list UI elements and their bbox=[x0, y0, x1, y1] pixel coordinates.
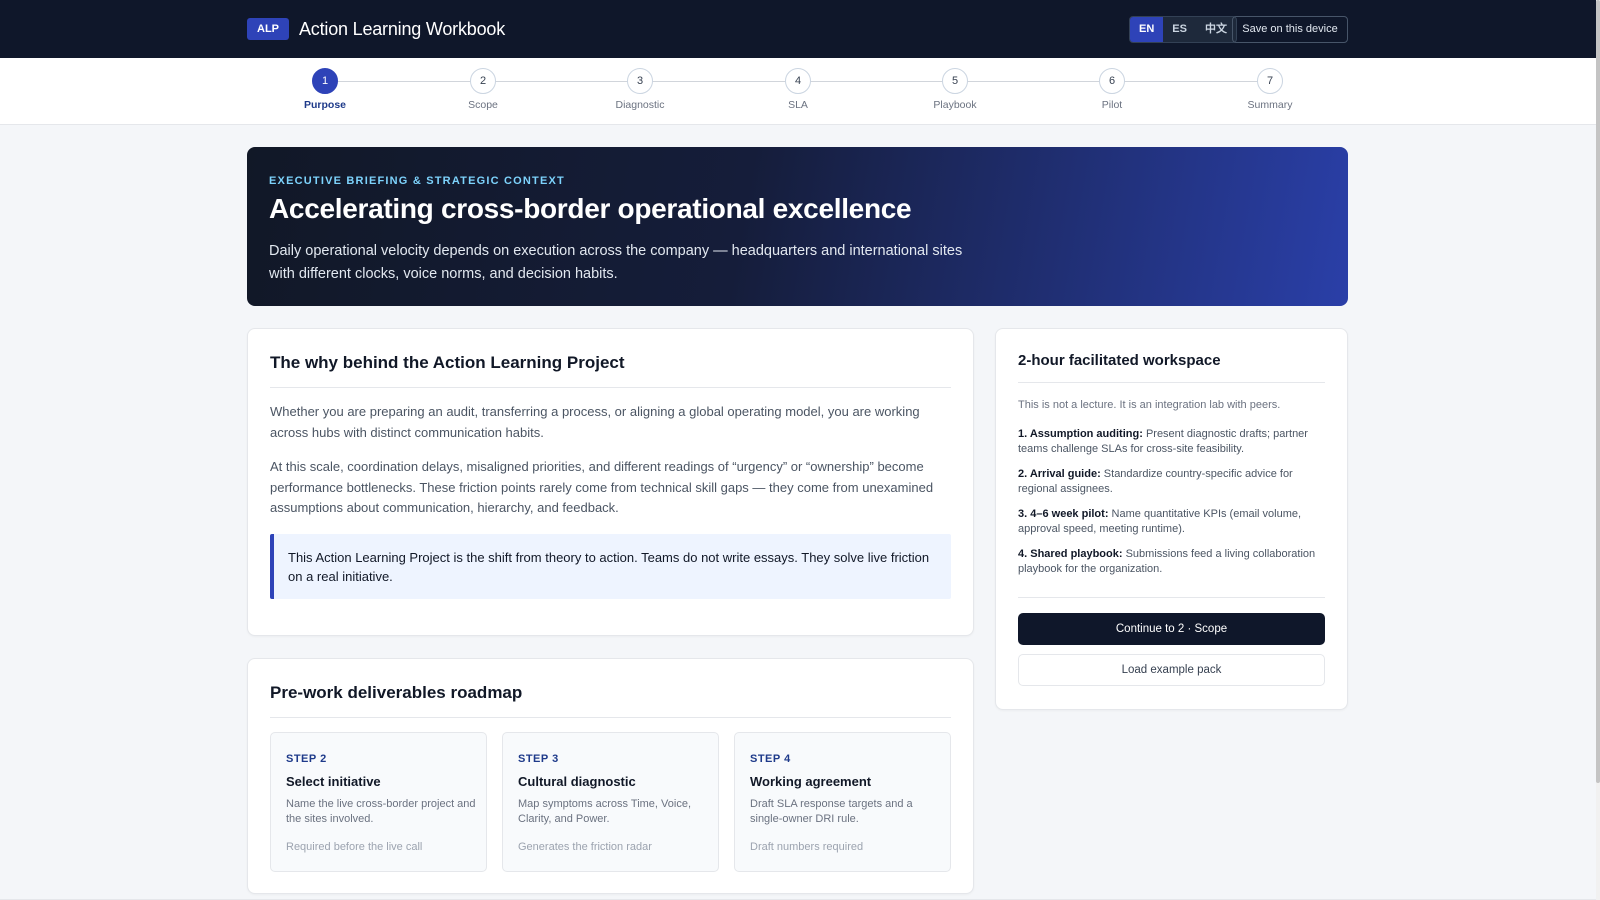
step-number-badge: 1 bbox=[312, 68, 338, 94]
step-summary[interactable]: 7 Summary bbox=[1220, 68, 1320, 111]
hero-title: Accelerating cross-border operational ex… bbox=[269, 193, 912, 224]
roadmap-step-card: STEP 2 Select initiative Name the live c… bbox=[270, 732, 487, 872]
scrollbar-thumb[interactable] bbox=[1596, 0, 1600, 783]
language-option-es[interactable]: ES bbox=[1163, 17, 1196, 42]
roadmap-step-title: Select initiative bbox=[286, 774, 381, 789]
hero-description: Daily operational velocity depends on ex… bbox=[269, 243, 963, 282]
continue-button[interactable]: Continue to 2 · Scope bbox=[1018, 613, 1325, 645]
step-playbook[interactable]: 5 Playbook bbox=[905, 68, 1005, 111]
step-label: Pilot bbox=[1101, 99, 1123, 111]
divider bbox=[1018, 597, 1325, 598]
language-switcher: EN ES 中文 bbox=[1129, 16, 1237, 43]
roadmap-step-note: Draft numbers required bbox=[750, 841, 864, 853]
why-paragraph: At this scale, coordination delays, misa… bbox=[270, 459, 934, 515]
workspace-item: 4. Shared playbook: Submissions feed a l… bbox=[1018, 547, 1323, 576]
step-label: SLA bbox=[788, 99, 808, 111]
step-sla[interactable]: 4 SLA bbox=[748, 68, 848, 111]
step-label: Summary bbox=[1247, 99, 1293, 111]
step-number-badge: 7 bbox=[1257, 68, 1283, 94]
app-logo-badge: ALP bbox=[247, 18, 289, 40]
step-purpose[interactable]: 1 Purpose bbox=[275, 68, 375, 111]
step-label: Scope bbox=[468, 99, 498, 111]
language-option-en[interactable]: EN bbox=[1130, 17, 1164, 42]
roadmap-step-title: Working agreement bbox=[750, 774, 872, 789]
step-scope[interactable]: 2 Scope bbox=[433, 68, 533, 111]
roadmap-step-description: Draft SLA response targets and a single-… bbox=[750, 798, 913, 825]
why-callout: This Action Learning Project is the shif… bbox=[270, 534, 951, 599]
roadmap-step-note: Required before the live call bbox=[286, 841, 423, 853]
load-example-button[interactable]: Load example pack bbox=[1018, 654, 1325, 686]
roadmap-step-number: STEP 3 bbox=[518, 753, 559, 765]
divider bbox=[270, 717, 951, 718]
language-option-zh[interactable]: 中文 bbox=[1196, 17, 1236, 42]
why-card: The why behind the Action Learning Proje… bbox=[247, 328, 974, 636]
step-diagnostic[interactable]: 3 Diagnostic bbox=[590, 68, 690, 111]
roadmap-step-number: STEP 4 bbox=[750, 753, 791, 765]
progress-stepper: 1 Purpose 2 Scope 3 Diagnostic 4 SLA 5 P… bbox=[0, 58, 1596, 125]
workspace-item: 3. 4–6 week pilot: Name quantitative KPI… bbox=[1018, 507, 1323, 536]
save-on-device-button[interactable]: Save on this device bbox=[1232, 16, 1348, 43]
roadmap-step-card: STEP 3 Cultural diagnostic Map symptoms … bbox=[502, 732, 719, 872]
roadmap-step-description: Name the live cross-border project and t… bbox=[286, 798, 476, 825]
step-number-badge: 2 bbox=[470, 68, 496, 94]
workspace-item-title: 4. Shared playbook: bbox=[1018, 548, 1123, 560]
workspace-item-title: 2. Arrival guide: bbox=[1018, 468, 1101, 480]
roadmap-heading: Pre-work deliverables roadmap bbox=[270, 683, 523, 702]
workspace-item-title: 1. Assumption auditing: bbox=[1018, 428, 1143, 440]
workspace-item: 1. Assumption auditing: Present diagnost… bbox=[1018, 427, 1323, 456]
divider bbox=[1018, 382, 1325, 383]
roadmap-step-note: Generates the friction radar bbox=[518, 841, 652, 853]
workspace-intro: This is not a lecture. It is an integrat… bbox=[1018, 399, 1281, 411]
step-label: Playbook bbox=[933, 99, 977, 111]
step-number-badge: 5 bbox=[942, 68, 968, 94]
step-label: Diagnostic bbox=[615, 99, 665, 111]
workspace-item-title: 3. 4–6 week pilot: bbox=[1018, 508, 1109, 520]
top-bar: ALP Action Learning Workbook EN ES 中文 Sa… bbox=[0, 0, 1596, 58]
workspace-heading: 2-hour facilitated workspace bbox=[1018, 352, 1221, 369]
roadmap-step-card: STEP 4 Working agreement Draft SLA respo… bbox=[734, 732, 951, 872]
app-title: Action Learning Workbook bbox=[299, 19, 505, 39]
divider bbox=[270, 387, 951, 388]
why-paragraph: Whether you are preparing an audit, tran… bbox=[270, 404, 920, 440]
workspace-item: 2. Arrival guide: Standardize country-sp… bbox=[1018, 467, 1323, 496]
hero-banner: EXECUTIVE BRIEFING & STRATEGIC CONTEXT A… bbox=[247, 147, 1348, 306]
why-heading: The why behind the Action Learning Proje… bbox=[270, 353, 625, 372]
roadmap-step-description: Map symptoms across Time, Voice, Clarity… bbox=[518, 798, 691, 825]
step-number-badge: 4 bbox=[785, 68, 811, 94]
hero-eyebrow: EXECUTIVE BRIEFING & STRATEGIC CONTEXT bbox=[269, 175, 565, 187]
workspace-card: 2-hour facilitated workspace This is not… bbox=[995, 328, 1348, 710]
roadmap-card: Pre-work deliverables roadmap STEP 2 Sel… bbox=[247, 658, 974, 894]
step-label: Purpose bbox=[303, 99, 346, 111]
roadmap-step-title: Cultural diagnostic bbox=[518, 774, 636, 789]
step-pilot[interactable]: 6 Pilot bbox=[1062, 68, 1162, 111]
step-number-badge: 6 bbox=[1099, 68, 1125, 94]
roadmap-step-number: STEP 2 bbox=[286, 753, 327, 765]
step-number-badge: 3 bbox=[627, 68, 653, 94]
